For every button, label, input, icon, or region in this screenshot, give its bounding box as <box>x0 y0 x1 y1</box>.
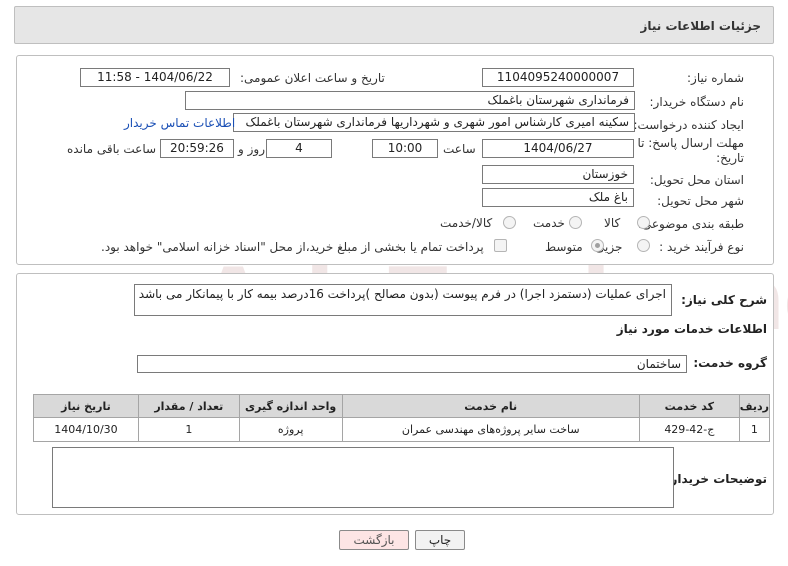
cell-row: 1 <box>738 417 771 442</box>
buyer-contact-link[interactable]: اطلاعات تماس خریدار <box>124 116 235 130</box>
category-service-label: خدمت <box>533 216 565 230</box>
description-text: اجرای عملیات (دستمزد اجرا) در فرم پیوست … <box>138 287 666 301</box>
deadline-time-field: 10:00 <box>372 139 438 158</box>
process-medium-label: متوسط <box>545 240 583 254</box>
remaining-time-field: 20:59:26 <box>160 139 234 158</box>
announce-field: 1404/06/22 - 11:58 <box>80 68 230 87</box>
table-row: 1 ج-42-429 ساخت سایر پروژه‌های مهندسی عم… <box>33 417 771 442</box>
cell-name: ساخت سایر پروژه‌های مهندسی عمران <box>341 417 640 442</box>
city-field: باغ ملک <box>482 188 634 207</box>
category-goods-service-radio[interactable] <box>503 216 516 229</box>
col-code-header: کد خدمت <box>638 394 740 418</box>
deadline-time-label: ساعت <box>443 142 476 156</box>
description-label: شرح کلی نیاز: <box>681 293 767 307</box>
table-header-row: ردیف کد خدمت نام خدمت واحد اندازه گیری ت… <box>33 394 771 418</box>
cell-qty: 1 <box>137 417 240 442</box>
process-label: نوع فرآیند خرید : <box>659 240 744 254</box>
province-label: استان محل تحویل: <box>649 173 744 187</box>
process-medium-radio[interactable] <box>591 239 604 252</box>
cell-unit: پروژه <box>238 417 343 442</box>
need-number-field: 1104095240000007 <box>482 68 634 87</box>
service-group-field: ساختمان <box>137 355 687 373</box>
category-goods-radio[interactable] <box>637 216 650 229</box>
col-qty-header: تعداد / مقدار <box>137 394 240 418</box>
buyer-org-label: نام دستگاه خریدار: <box>649 95 745 109</box>
treasury-note: پرداخت تمام یا بخشی از مبلغ خرید،از محل … <box>101 240 484 254</box>
services-table: ردیف کد خدمت نام خدمت واحد اندازه گیری ت… <box>33 394 771 442</box>
cell-code: ج-42-429 <box>638 417 740 442</box>
requester-field: سکینه امیری کارشناس امور شهری و شهرداریه… <box>233 113 635 132</box>
treasury-checkbox[interactable] <box>494 239 507 252</box>
page-title: جزئیات اطلاعات نیاز <box>640 19 761 33</box>
col-row-header: ردیف <box>738 394 771 418</box>
print-button[interactable]: چاپ <box>415 530 465 550</box>
deadline-date-field: 1404/06/27 <box>482 139 634 158</box>
buyer-notes-label: توضیحات خریدار: <box>665 472 767 486</box>
buyer-notes-textarea[interactable] <box>52 447 674 508</box>
category-service-radio[interactable] <box>569 216 582 229</box>
category-goods-label: کالا <box>604 216 621 230</box>
days-remaining-field: 4 <box>266 139 332 158</box>
category-label: طبقه بندی موضوعی: <box>637 217 744 231</box>
announce-label: تاریخ و ساعت اعلان عمومی: <box>240 71 385 85</box>
deadline-label: مهلت ارسال پاسخ: تا <box>637 136 744 150</box>
requester-label: ایجاد کننده درخواست: <box>633 118 744 132</box>
deadline-date-label: تاریخ: <box>716 151 744 165</box>
col-unit-header: واحد اندازه گیری <box>238 394 343 418</box>
description-textarea[interactable]: اجرای عملیات (دستمزد اجرا) در فرم پیوست … <box>134 284 672 316</box>
col-date-header: تاریخ نیاز <box>33 394 139 418</box>
days-label: روز و <box>238 142 265 156</box>
remaining-time-label: ساعت باقی مانده <box>67 142 157 156</box>
city-label: شهر محل تحویل: <box>657 194 744 208</box>
back-button[interactable]: بازگشت <box>339 530 409 550</box>
buyer-org-field: فرمانداری شهرستان باغملک <box>185 91 635 110</box>
cell-date: 1404/10/30 <box>33 417 139 442</box>
service-group-label: گروه خدمت: <box>693 356 767 370</box>
page-header: جزئیات اطلاعات نیاز <box>14 6 774 44</box>
process-minor-radio[interactable] <box>637 239 650 252</box>
province-field: خوزستان <box>482 165 634 184</box>
col-name-header: نام خدمت <box>341 394 640 418</box>
need-number-label: شماره نیاز: <box>687 71 744 85</box>
services-section-title: اطلاعات خدمات مورد نیاز <box>616 322 767 336</box>
category-goods-service-label: کالا/خدمت <box>440 216 493 230</box>
